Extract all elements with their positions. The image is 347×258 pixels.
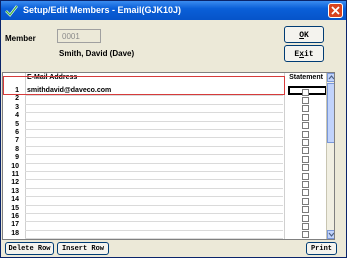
app-check-icon: [5, 5, 18, 17]
email-cell[interactable]: [25, 172, 283, 181]
row-number: 3: [15, 103, 19, 111]
statement-checkbox[interactable]: [302, 231, 309, 239]
exit-button-label: Exit: [294, 50, 314, 59]
scroll-down-button[interactable]: [327, 230, 334, 239]
row-number: 7: [15, 137, 19, 145]
row-number: 11: [11, 171, 19, 178]
email-cell[interactable]: [25, 197, 283, 206]
row-number: 15: [11, 204, 19, 212]
ok-button[interactable]: OK: [284, 26, 324, 43]
statement-checkbox[interactable]: [302, 180, 309, 188]
email-value: smithdavid@daveco.com: [27, 87, 112, 94]
email-cell[interactable]: [25, 231, 283, 239]
email-cell[interactable]: [25, 105, 283, 114]
row-number: 18: [11, 229, 19, 237]
email-cell[interactable]: [25, 214, 283, 223]
statement-checkbox[interactable]: [302, 189, 309, 197]
row-number: 9: [15, 154, 19, 162]
grid-divider: [284, 73, 285, 239]
insert-row-button[interactable]: Insert Row: [57, 242, 109, 255]
email-cell[interactable]: [25, 147, 283, 156]
statement-checkbox[interactable]: [302, 214, 309, 222]
row-number: 10: [11, 162, 19, 170]
member-number-field[interactable]: 0001: [57, 29, 101, 43]
row-number: 17: [11, 221, 19, 229]
email-cell[interactable]: [25, 155, 283, 164]
row-number: 8: [15, 145, 19, 153]
statement-checkbox[interactable]: [302, 122, 309, 130]
statement-column-header: Statement: [289, 74, 323, 81]
close-button[interactable]: [328, 3, 343, 18]
row-number: 12: [11, 179, 19, 187]
statement-checkbox[interactable]: [302, 147, 309, 155]
row-number: 2: [15, 95, 19, 103]
row-number: 16: [11, 213, 19, 220]
email-cell[interactable]: [25, 189, 283, 198]
statement-checkbox[interactable]: [302, 222, 309, 230]
email-cell[interactable]: [25, 138, 283, 147]
print-button[interactable]: Print: [306, 242, 337, 255]
vertical-scrollbar[interactable]: [326, 73, 334, 239]
statement-checkbox[interactable]: [302, 164, 309, 172]
statement-checkbox[interactable]: [302, 113, 309, 121]
members-email-window: Setup/Edit Members - Email(GJK10J) Membe…: [0, 0, 347, 258]
close-icon: [331, 6, 340, 15]
member-label: Member: [5, 34, 36, 43]
row-number: 14: [11, 196, 19, 204]
chevron-up-icon: [328, 75, 334, 80]
email-cell[interactable]: [25, 113, 283, 122]
email-cell[interactable]: [25, 96, 283, 105]
scroll-thumb[interactable]: [327, 83, 334, 143]
statement-checkbox[interactable]: [302, 96, 309, 104]
email-cell[interactable]: [25, 206, 283, 214]
row-number: 6: [15, 129, 19, 136]
statement-checkbox[interactable]: [302, 197, 309, 205]
email-grid[interactable]: E-Mail Address Statement 1 smithdavid@dav…: [2, 72, 335, 240]
statement-checkbox[interactable]: [302, 155, 309, 163]
email-cell[interactable]: [25, 130, 283, 139]
member-name: Smith, David (Dave): [59, 49, 135, 58]
title-bar[interactable]: Setup/Edit Members - Email(GJK10J): [1, 1, 346, 20]
statement-checkbox[interactable]: [302, 172, 309, 180]
delete-row-button[interactable]: Delete Row: [5, 242, 54, 255]
statement-checkbox[interactable]: [302, 138, 309, 146]
window-title: Setup/Edit Members - Email(GJK10J): [23, 5, 182, 15]
statement-checkbox[interactable]: [302, 88, 309, 96]
email-cell[interactable]: [25, 180, 283, 189]
email-cell[interactable]: [25, 164, 283, 172]
exit-button[interactable]: Exit: [284, 45, 324, 62]
statement-checkbox[interactable]: [302, 130, 309, 138]
row-number: 13: [11, 187, 19, 195]
row-number: 4: [15, 112, 19, 120]
email-cell[interactable]: [25, 222, 283, 231]
scroll-up-button[interactable]: [327, 73, 334, 82]
chevron-down-icon: [328, 232, 334, 237]
statement-checkbox[interactable]: [302, 206, 309, 214]
ok-button-label: OK: [299, 31, 309, 40]
email-cell[interactable]: [25, 122, 283, 130]
row-number: 1: [15, 87, 19, 94]
statement-checkbox[interactable]: [302, 105, 309, 113]
row-number: 5: [15, 120, 19, 128]
